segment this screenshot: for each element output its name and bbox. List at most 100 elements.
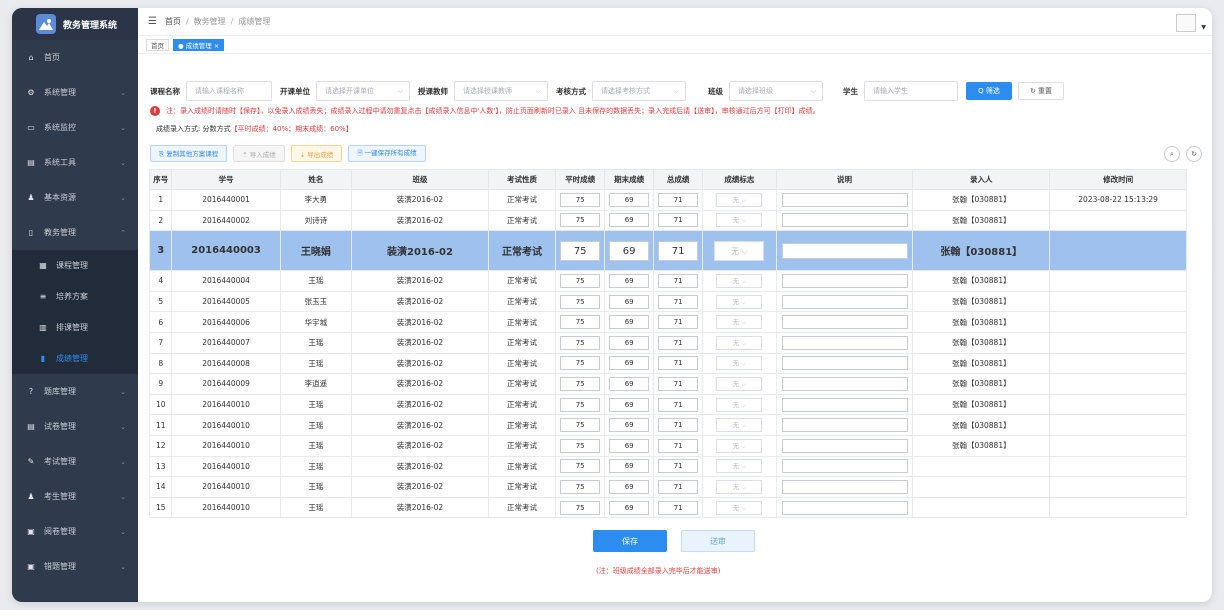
note-input[interactable] xyxy=(781,213,908,228)
total-score-input[interactable]: 71 xyxy=(658,418,699,433)
sidebar-item-bar-chart[interactable]: ▮ 成绩管理 xyxy=(12,343,138,374)
note-input[interactable] xyxy=(781,397,908,412)
note-input[interactable] xyxy=(781,459,908,474)
note-input[interactable] xyxy=(781,479,908,494)
sidebar-item-home[interactable]: ⌂ 首页 xyxy=(12,40,138,75)
grade-flag-select[interactable]: 无 ⌵ xyxy=(716,192,763,207)
usual-score-input[interactable]: 75 xyxy=(560,273,601,288)
grade-flag-select[interactable]: 无 ⌵ xyxy=(716,273,763,288)
usual-score-input[interactable]: 75 xyxy=(560,418,601,433)
usual-score-input[interactable]: 75 xyxy=(560,335,601,350)
crumb-section[interactable]: 教务管理 xyxy=(194,16,226,27)
usual-score-input[interactable]: 75 xyxy=(560,479,601,494)
refresh-icon[interactable]: ↻ xyxy=(1186,146,1202,162)
table-row[interactable]: 3 2016440003 王晓娟 装潢2016-02 正常考试 75 69 71 无 ⌵ 张翰【0… xyxy=(148,230,1187,272)
import-button[interactable]: ⇡ 导入成绩 xyxy=(233,145,285,162)
total-score-input[interactable]: 71 xyxy=(658,376,699,391)
final-score-input[interactable]: 69 xyxy=(609,273,650,288)
sidebar-item-list[interactable]: ≡ 培养方案 xyxy=(12,281,138,312)
tab-grade-management[interactable]: ● 成绩管理 × xyxy=(173,38,225,51)
grade-flag-select[interactable]: 无 ⌵ xyxy=(716,459,763,474)
sidebar-item-toolbox[interactable]: ▤ 系统工具 ⌄ xyxy=(12,145,138,180)
sidebar-item-wrong-book[interactable]: ▣ 错题管理 ⌄ xyxy=(12,549,138,584)
sidebar-item-gear[interactable]: ⚙ 系统管理 ⌄ xyxy=(12,75,138,110)
table-row[interactable]: 2 2016440002 刘诗诗 装潢2016-02 正常考试 75 69 71 无 ⌵ 张翰【0… xyxy=(148,209,1187,232)
grade-flag-select[interactable]: 无 ⌵ xyxy=(716,479,763,494)
course-input[interactable]: 请输入课程名称 xyxy=(186,81,272,101)
table-row[interactable]: 9 2016440009 李逍遥 装潢2016-02 正常考试 75 69 71 无 ⌵ 张翰【0… xyxy=(148,373,1187,395)
usual-score-input[interactable]: 75 xyxy=(560,459,601,474)
total-score-input[interactable]: 71 xyxy=(658,294,699,309)
total-score-input[interactable]: 71 xyxy=(658,315,699,330)
sidebar-item-grid[interactable]: ▦ 课程管理 xyxy=(12,250,138,281)
usual-score-input[interactable]: 75 xyxy=(560,294,601,309)
final-score-input[interactable]: 69 xyxy=(609,294,650,309)
sidebar-item-paper[interactable]: ▤ 试卷管理 ⌄ xyxy=(12,409,138,444)
usual-score-input[interactable]: 75 xyxy=(560,213,601,228)
final-score-input[interactable]: 69 xyxy=(609,438,650,453)
table-row[interactable]: 14 2016440010 王瑶 装潢2016-02 正常考试 75 69 71 无 ⌵ xyxy=(148,476,1187,498)
note-input[interactable] xyxy=(781,242,908,259)
save-button[interactable]: 保存 xyxy=(593,530,667,552)
note-input[interactable] xyxy=(781,273,908,288)
total-score-input[interactable]: 71 xyxy=(658,459,699,474)
final-score-input[interactable]: 69 xyxy=(609,356,650,371)
hamburger-icon[interactable]: ☰ xyxy=(148,16,157,27)
note-input[interactable] xyxy=(781,335,908,350)
total-score-input[interactable]: 71 xyxy=(658,213,699,228)
table-row[interactable]: 8 2016440008 王瑶 装潢2016-02 正常考试 75 69 71 无 ⌵ 张翰【03… xyxy=(148,352,1187,375)
total-score-input[interactable]: 71 xyxy=(658,397,699,412)
table-row[interactable]: 10 2016440010 王瑶 装潢2016-02 正常考试 75 69 71 无 ⌵ 张翰【0… xyxy=(148,393,1187,416)
note-input[interactable] xyxy=(781,356,908,371)
search-button[interactable]: Q 筛选 xyxy=(966,82,1012,100)
grade-flag-select[interactable]: 无 ⌵ xyxy=(714,240,765,261)
sidebar-item-calendar[interactable]: ▥ 排课管理 xyxy=(12,312,138,343)
grade-flag-select[interactable]: 无 ⌵ xyxy=(716,438,763,453)
usual-score-input[interactable]: 75 xyxy=(560,438,601,453)
final-score-input[interactable]: 69 xyxy=(609,418,650,433)
final-score-input[interactable]: 69 xyxy=(609,459,650,474)
chevron-down-icon[interactable]: ▼ xyxy=(1201,24,1206,31)
usual-score-input[interactable]: 75 xyxy=(560,315,601,330)
avatar[interactable] xyxy=(1176,14,1196,32)
export-button[interactable]: ⇣ 导出成绩 xyxy=(290,145,343,162)
note-input[interactable] xyxy=(781,500,908,515)
note-input[interactable] xyxy=(781,315,908,330)
sidebar-item-question[interactable]: ? 题库管理 ⌄ xyxy=(12,374,138,409)
tab-home[interactable]: 首页 xyxy=(146,38,169,51)
table-row[interactable]: 6 2016440006 华宇城 装潢2016-02 正常考试 75 69 71 无 ⌵ 张翰【0… xyxy=(148,311,1187,333)
table-row[interactable]: 1 2016440001 李大勇 装潢2016-02 正常考试 75 69 71 无 ⌵ 张翰【0… xyxy=(148,189,1187,211)
final-score-input[interactable]: 69 xyxy=(609,376,650,391)
note-input[interactable] xyxy=(781,418,908,433)
final-score-input[interactable]: 69 xyxy=(609,192,650,207)
submit-review-button[interactable]: 送审 xyxy=(681,530,755,552)
sidebar-item-book[interactable]: ▯ 教务管理 ⌃ xyxy=(12,215,138,250)
final-score-input[interactable]: 69 xyxy=(609,335,650,350)
teacher-select[interactable]: 请选择授课教师 ⌵ xyxy=(454,81,548,101)
table-row[interactable]: 12 2016440010 王瑶 装潢2016-02 正常考试 75 69 71 无 ⌵ 张翰【0… xyxy=(148,434,1187,457)
note-input[interactable] xyxy=(781,438,908,453)
table-row[interactable]: 13 2016440010 王瑶 装潢2016-02 正常考试 75 69 71 无 ⌵ xyxy=(148,455,1187,478)
sidebar-item-exam[interactable]: ✎ 考试管理 ⌄ xyxy=(12,444,138,479)
total-score-input[interactable]: 71 xyxy=(658,500,699,515)
save-all-button[interactable]: 🗎 一键保存所有成绩 xyxy=(348,145,426,162)
reset-button[interactable]: ↻ 重置 xyxy=(1018,82,1064,100)
final-score-input[interactable]: 69 xyxy=(609,315,650,330)
copy-plan-button[interactable]: ⎘ 复制其他方案课程 xyxy=(150,145,228,162)
total-score-input[interactable]: 71 xyxy=(658,335,699,350)
grade-flag-select[interactable]: 无 ⌵ xyxy=(716,376,763,391)
total-score-input[interactable]: 71 xyxy=(658,356,699,371)
final-score-input[interactable]: 69 xyxy=(609,213,650,228)
note-input[interactable] xyxy=(781,376,908,391)
search-icon[interactable]: ⌕ xyxy=(1164,146,1180,162)
total-score-input[interactable]: 71 xyxy=(658,479,699,494)
total-score-input[interactable]: 71 xyxy=(658,192,699,207)
table-row[interactable]: 4 2016440004 王瑶 装潢2016-02 正常考试 75 69 71 无 ⌵ 张翰【03… xyxy=(148,270,1187,292)
grade-flag-select[interactable]: 无 ⌵ xyxy=(716,294,763,309)
usual-score-input[interactable]: 75 xyxy=(560,376,601,391)
table-row[interactable]: 15 2016440010 王瑶 装潢2016-02 正常考试 75 69 71 无 ⌵ xyxy=(148,496,1187,519)
note-input[interactable] xyxy=(781,192,908,207)
grade-flag-select[interactable]: 无 ⌵ xyxy=(716,356,763,371)
sidebar-item-marking[interactable]: ▣ 阅卷管理 ⌄ xyxy=(12,514,138,549)
final-score-input[interactable]: 69 xyxy=(609,240,650,261)
